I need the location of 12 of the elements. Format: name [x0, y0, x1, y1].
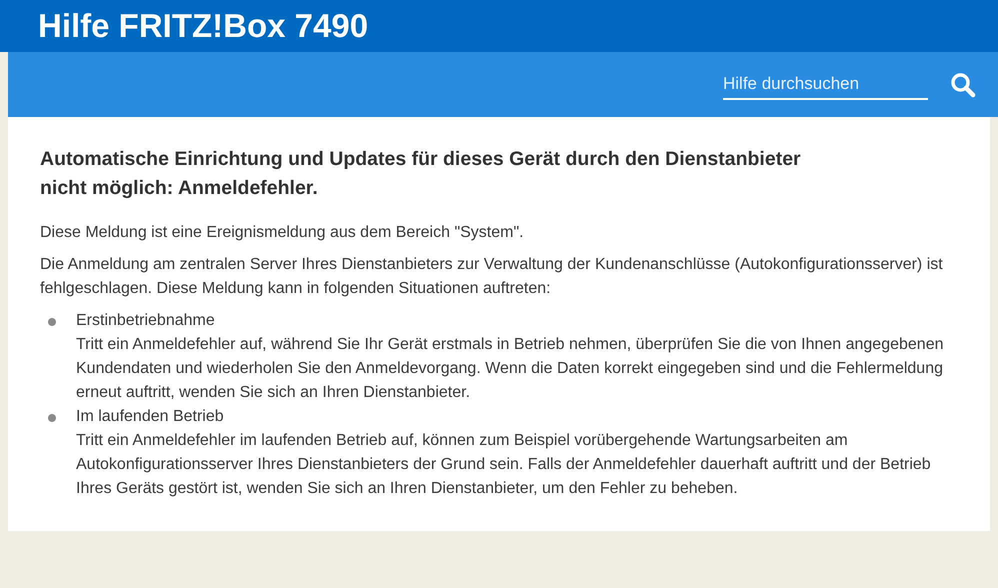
- search-icon[interactable]: [950, 72, 976, 98]
- list-item-text: Tritt ein Anmeldefehler im laufenden Betrieb auf, können zum Beispiel vorübergehende Wartungsarbeiten am Autokonfigurationsserver Ihres Dienstanbieters der Grund sein. Falls der Anmeldefehler dauerhaft auftritt und der Betrieb Ihres Geräts gestört ist, wenden Sie sich an Ihren Dienstanbieter, um den Fehler zu beheben.: [76, 431, 932, 499]
- page-title: Hilfe FRITZ!Box 7490: [38, 6, 370, 46]
- bullet-icon: [48, 414, 56, 422]
- list-item-title: Im laufenden Betrieb: [76, 407, 225, 427]
- bullet-icon: [48, 318, 56, 326]
- article-heading: Automatische Einrichtung und Updates für dieses Gerät durch den Dienstanbieter nicht möglich: Anmeldefehler.: [40, 147, 802, 201]
- paragraph: Die Anmeldung am zentralen Server Ihres Dienstanbieters zur Verwaltung der Kundenanschlüsse (Autokonfigurationsserver) ist fehlgeschlagen. Diese Meldung kann in folgenden Situationen auftreten:: [40, 255, 944, 299]
- list-item-text: Tritt ein Anmeldefehler auf, während Sie Ihr Gerät erstmals in Betrieb nehmen, überprüfen Sie die von Ihnen angegebenen Kundendaten und wiederholen Sie den Anmeldevorgang. Wenn die Daten korrekt eingegeben sind und die Fehlermeldung erneut auftritt, wenden Sie sich an Ihren Dienstanbieter.: [76, 335, 944, 403]
- list-item-title: Erstinbetriebnahme: [76, 311, 216, 331]
- paragraph: Diese Meldung ist eine Ereignismeldung aus dem Bereich "System".: [40, 223, 525, 243]
- search-field[interactable]: Hilfe durchsuchen: [723, 68, 928, 100]
